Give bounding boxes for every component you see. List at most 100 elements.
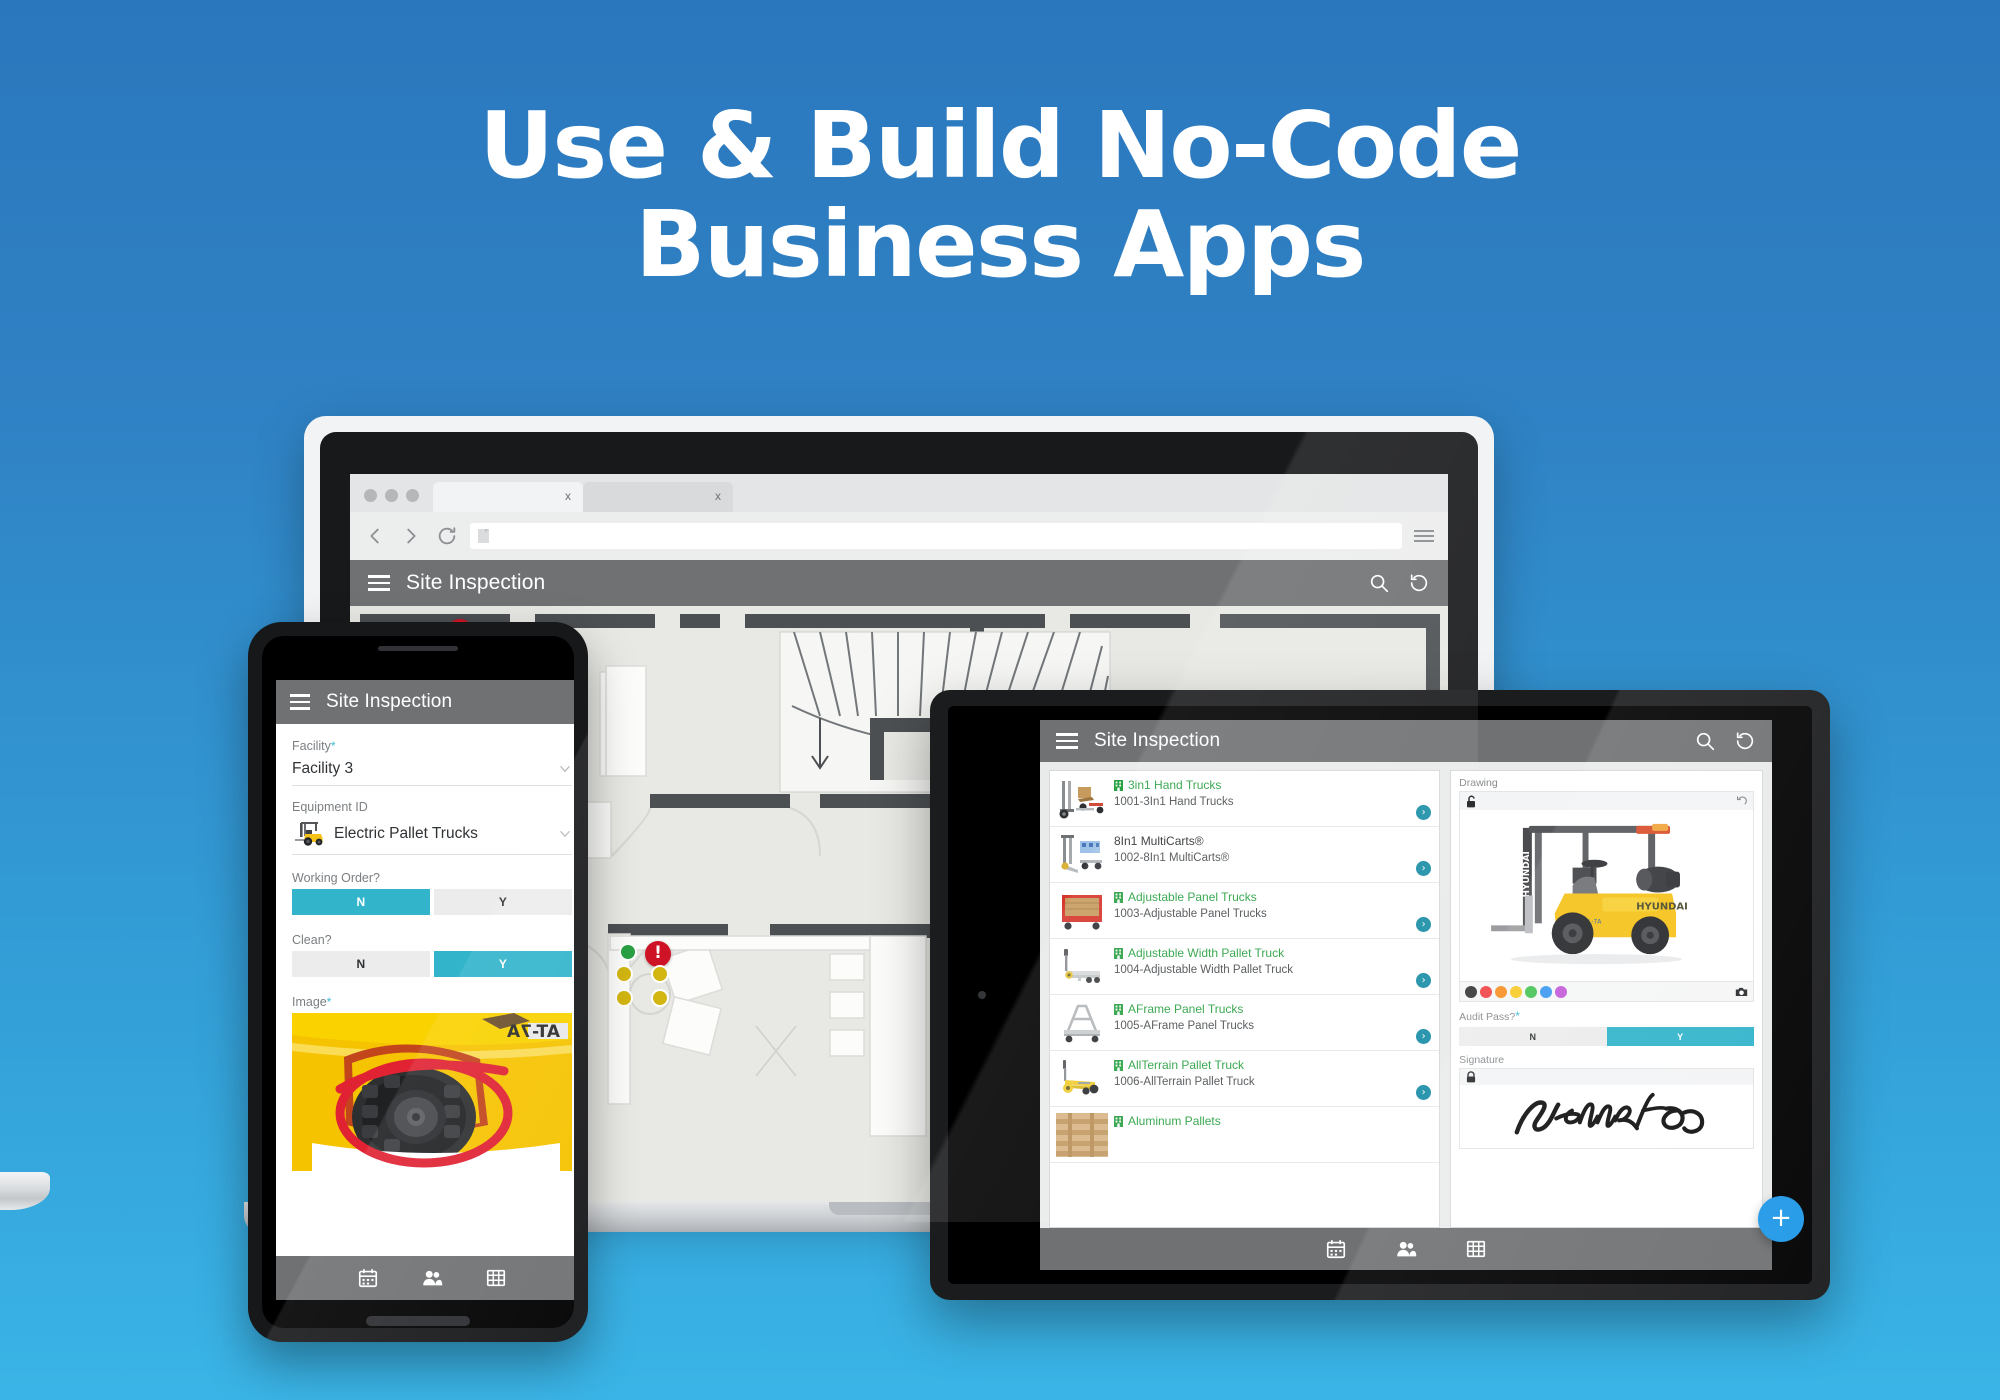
hamburger-menu-icon[interactable] xyxy=(1056,733,1078,749)
facility-select[interactable]: Facility 3 xyxy=(292,756,572,786)
equipment-list-row[interactable]: Adjustable Width Pallet Truck 1004-Adjust… xyxy=(1050,939,1440,995)
equipment-list-row[interactable]: Aluminum Pallets xyxy=(1050,1107,1440,1163)
refresh-icon[interactable] xyxy=(1734,730,1756,752)
handwritten-signature xyxy=(1514,1092,1705,1135)
url-input[interactable] xyxy=(470,523,1402,549)
tablet-bottom-nav xyxy=(1040,1228,1772,1270)
inspection-detail-panel: Drawing HYUNDAI HYUNDAI 25L-7A Audit Pas… xyxy=(1450,770,1763,1228)
color-palette[interactable] xyxy=(1459,982,1754,1002)
building-badge-icon xyxy=(1114,948,1123,959)
color-swatch[interactable] xyxy=(1465,985,1478,998)
camera-icon[interactable] xyxy=(1735,986,1748,997)
row-open-chevron-icon[interactable]: › xyxy=(1416,917,1432,932)
equipment-list-row[interactable]: Adjustable Panel Trucks 1003-Adjustable P… xyxy=(1050,883,1440,939)
window-maximize-dot[interactable] xyxy=(406,489,419,502)
equipment-list-row[interactable]: AFrame Panel Trucks 1005-AFrame Panel Tru… xyxy=(1050,995,1440,1051)
lock-icon[interactable] xyxy=(1466,1071,1476,1083)
color-swatch[interactable] xyxy=(1480,985,1493,998)
chevron-down-icon[interactable] xyxy=(558,762,572,776)
signature-canvas[interactable] xyxy=(1459,1085,1754,1149)
phone-app-bar: Site Inspection xyxy=(276,680,574,724)
unlock-icon[interactable] xyxy=(1466,795,1477,808)
equipment-code: 1002-8In1 MultiCarts® xyxy=(1114,852,1230,864)
phone-bezel: Site Inspection Facility* Facility 3 Equ… xyxy=(262,636,574,1328)
row-open-chevron-icon[interactable]: › xyxy=(1416,1085,1432,1100)
browser-tab-inactive[interactable]: x xyxy=(583,482,733,512)
hand-truck-thumbnail xyxy=(1056,777,1108,821)
audit-pass-toggle[interactable]: N Y xyxy=(1459,1027,1755,1046)
image-annotation-photo[interactable]: AT-7A xyxy=(292,1013,572,1171)
people-icon[interactable] xyxy=(1395,1238,1417,1260)
clean-option-n[interactable]: N xyxy=(292,951,430,977)
signature-label: Signature xyxy=(1459,1054,1505,1066)
equipment-id-select[interactable]: Electric Pallet Trucks xyxy=(292,817,572,855)
color-swatch[interactable] xyxy=(1495,985,1508,998)
row-open-chevron-icon[interactable]: › xyxy=(1416,973,1432,988)
floor-plan-warn-marker[interactable] xyxy=(653,991,667,1005)
color-swatch[interactable] xyxy=(1555,985,1568,998)
window-minimize-dot[interactable] xyxy=(385,489,398,502)
floor-plan-warn-marker[interactable] xyxy=(653,967,667,981)
chevron-right-icon[interactable] xyxy=(400,525,422,547)
add-record-fab[interactable]: + xyxy=(1758,1196,1804,1242)
window-close-dot[interactable] xyxy=(364,489,377,502)
refresh-icon[interactable] xyxy=(1408,572,1430,594)
tab-close-icon[interactable]: x xyxy=(565,489,571,503)
tablet-content: 3in1 Hand Trucks 1001-3In1 Hand Trucks › 8I… xyxy=(1040,762,1772,1228)
svg-text:HYUNDAI: HYUNDAI xyxy=(1636,901,1688,912)
equipment-list-row[interactable]: AllTerrain Pallet Truck 1006-AllTerrain P… xyxy=(1050,1051,1440,1107)
tab-close-icon[interactable]: x xyxy=(715,489,721,503)
facility-label: Facility* xyxy=(292,739,336,753)
row-open-chevron-icon[interactable]: › xyxy=(1416,861,1432,876)
calendar-icon[interactable] xyxy=(357,1267,379,1289)
forklift-wheel-photo: AT-7A xyxy=(292,1013,572,1171)
drawing-toolbar xyxy=(1459,791,1754,810)
search-icon[interactable] xyxy=(1368,572,1390,594)
grid-icon[interactable] xyxy=(485,1267,507,1289)
hamburger-menu-icon[interactable] xyxy=(368,575,390,591)
drawing-canvas[interactable]: HYUNDAI HYUNDAI 25L-7A xyxy=(1459,810,1754,982)
equipment-list[interactable]: 3in1 Hand Trucks 1001-3In1 Hand Trucks › 8I… xyxy=(1049,770,1441,1228)
floor-plan-ok-marker[interactable] xyxy=(621,945,635,959)
floor-plan-warn-marker[interactable] xyxy=(617,991,631,1005)
browser-address-bar xyxy=(350,512,1448,560)
people-icon[interactable] xyxy=(421,1267,443,1289)
audit-pass-option-n[interactable]: N xyxy=(1459,1027,1607,1046)
color-swatch[interactable] xyxy=(1510,985,1523,998)
clean-toggle[interactable]: N Y xyxy=(292,951,572,977)
audit-pass-label: Audit Pass?* xyxy=(1459,1009,1520,1023)
floor-plan-alert-marker[interactable]: ! xyxy=(645,941,671,967)
field-equipment-id: Equipment ID Electric Pallet Trucks xyxy=(292,786,572,855)
hamburger-menu-icon[interactable] xyxy=(290,694,310,710)
equipment-name: Adjustable Width Pallet Truck xyxy=(1114,946,1431,961)
audit-pass-option-y[interactable]: Y xyxy=(1606,1027,1755,1046)
equipment-code: 1005-AFrame Panel Trucks xyxy=(1114,1020,1254,1032)
color-swatch[interactable] xyxy=(1540,985,1553,998)
building-badge-icon xyxy=(1114,1116,1123,1127)
pallet-truck-thumbnail xyxy=(1056,945,1108,989)
browser-tab-active[interactable]: x xyxy=(433,482,583,512)
browser-menu-icon[interactable] xyxy=(1414,530,1434,542)
grid-icon[interactable] xyxy=(1465,1238,1487,1260)
app-title: Site Inspection xyxy=(406,571,546,594)
row-open-chevron-icon[interactable]: › xyxy=(1416,1029,1432,1044)
working-order-option-y[interactable]: Y xyxy=(434,889,572,915)
laptop-app-bar: Site Inspection xyxy=(350,560,1448,606)
window-controls[interactable] xyxy=(364,489,419,512)
phone-home-bar xyxy=(366,1316,470,1326)
row-open-chevron-icon[interactable]: › xyxy=(1416,805,1432,820)
calendar-icon[interactable] xyxy=(1325,1238,1347,1260)
chevron-down-icon[interactable] xyxy=(558,827,572,841)
clean-option-y[interactable]: Y xyxy=(434,951,572,977)
search-icon[interactable] xyxy=(1694,730,1716,752)
chevron-left-icon[interactable] xyxy=(364,525,386,547)
working-order-option-n[interactable]: N xyxy=(292,889,430,915)
equipment-list-row[interactable]: 3in1 Hand Trucks 1001-3In1 Hand Trucks › xyxy=(1050,771,1440,827)
headline-line-1: Use & Build No-Code xyxy=(479,92,1522,199)
floor-plan-warn-marker[interactable] xyxy=(617,967,631,981)
undo-icon[interactable] xyxy=(1736,795,1747,807)
reload-icon[interactable] xyxy=(436,525,458,547)
equipment-list-row[interactable]: 8In1 MultiCarts® 1002-8In1 MultiCarts® › xyxy=(1050,827,1440,883)
color-swatch[interactable] xyxy=(1525,985,1538,998)
working-order-toggle[interactable]: N Y xyxy=(292,889,572,915)
